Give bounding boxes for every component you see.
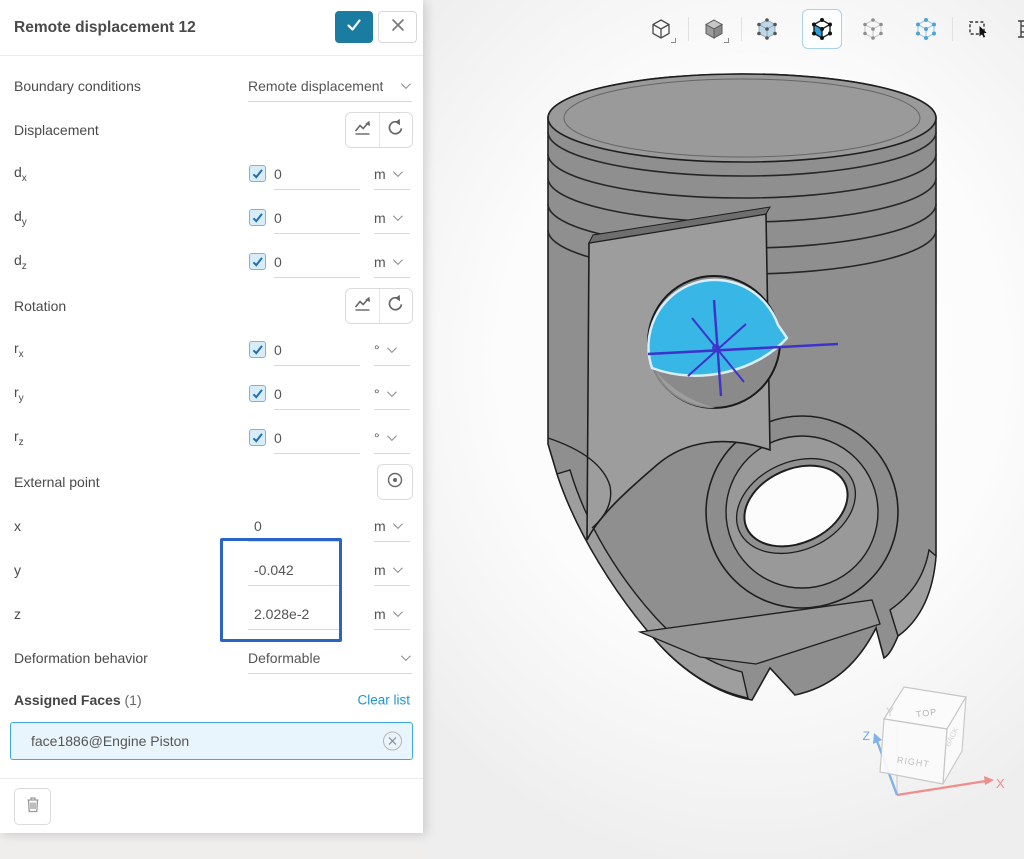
point-z-row: z 2.028e-2 m [0,592,423,636]
dy-input[interactable]: 0 [274,202,360,234]
chevron-down-icon [393,563,403,573]
delete-button[interactable] [14,788,51,825]
reset-icon [386,294,405,318]
rotation-label: Rotation [14,298,66,314]
dy-row: dy 0 m [0,196,423,240]
ry-checkbox[interactable] [249,385,266,402]
axis-y-label: Y [886,705,894,719]
displacement-section-row: Displacement [0,108,423,152]
deformation-behavior-select[interactable]: Deformable [248,642,412,674]
target-icon [386,471,404,494]
rx-input[interactable]: 0 [274,334,360,366]
chevron-down-icon [387,431,397,441]
chart-icon [353,294,372,318]
dy-checkbox[interactable] [249,209,266,226]
rotation-tools [345,288,413,324]
point-x-unit-select[interactable]: m [374,510,410,542]
displacement-tools [345,112,413,148]
dx-checkbox[interactable] [249,165,266,182]
remove-face-button[interactable] [383,732,402,751]
chevron-down-icon [393,255,403,265]
rx-row: rx 0 ° [0,328,423,372]
chevron-down-icon [387,343,397,353]
rz-input[interactable]: 0 [274,422,360,454]
chevron-down-icon [401,651,411,661]
check-icon [345,17,363,38]
trash-icon [24,795,42,819]
piston-scene[interactable]: TOP RIGHT BACK Y Z X [419,0,1024,859]
assigned-face-chip[interactable]: face1886@Engine Piston [10,722,413,760]
chevron-down-icon [393,519,403,529]
boundary-conditions-label: Boundary conditions [14,78,141,94]
assigned-faces-label: Assigned Faces [14,692,121,708]
dz-row: dz 0 m [0,240,423,284]
external-point-label: External point [14,474,100,490]
rz-unit-select[interactable]: ° [374,422,410,454]
view-cube-front-face[interactable] [880,719,947,784]
point-z-input[interactable]: 2.028e-2 [248,598,341,630]
point-y-unit-select[interactable]: m [374,554,410,586]
dy-unit-select[interactable]: m [374,202,410,234]
remote-displacement-panel: Remote displacement 12 Boundary conditio… [0,0,423,833]
view-cube[interactable]: TOP RIGHT BACK Y Z X [863,687,1005,795]
close-icon [391,18,405,37]
point-y-input[interactable]: -0.042 [248,554,341,586]
dx-unit-select[interactable]: m [374,158,410,190]
chevron-down-icon [393,607,403,617]
dz-input[interactable]: 0 [274,246,360,278]
chevron-down-icon [387,387,397,397]
table-input-button[interactable] [346,113,379,147]
table-input-button[interactable] [346,289,379,323]
cancel-button[interactable] [378,11,417,43]
clear-list-link[interactable]: Clear list [357,693,410,708]
deformation-behavior-row: Deformation behavior Deformable [0,636,423,680]
reset-button[interactable] [379,289,413,323]
ry-unit-select[interactable]: ° [374,378,410,410]
chart-icon [353,118,372,142]
viewport-3d[interactable]: TOP RIGHT BACK Y Z X [419,0,1024,859]
point-y-row: y -0.042 m [0,548,423,592]
dx-input[interactable]: 0 [274,158,360,190]
pick-point-button[interactable] [377,464,413,500]
rx-unit-select[interactable]: ° [374,334,410,366]
dz-unit-select[interactable]: m [374,246,410,278]
dx-row: dx 0 m [0,152,423,196]
rx-checkbox[interactable] [249,341,266,358]
apply-button[interactable] [335,11,373,43]
rz-checkbox[interactable] [249,429,266,446]
ry-input[interactable]: 0 [274,378,360,410]
chevron-down-icon [401,79,411,89]
displacement-label: Displacement [14,122,99,138]
assigned-faces-row: Assigned Faces (1) Clear list [0,680,423,720]
ry-row: ry 0 ° [0,372,423,416]
dz-checkbox[interactable] [249,253,266,270]
chevron-down-icon [393,211,403,221]
panel-header: Remote displacement 12 [0,0,423,56]
point-x-row: x 0 m [0,504,423,548]
reset-button[interactable] [379,113,413,147]
point-z-unit-select[interactable]: m [374,598,410,630]
piston-model[interactable] [548,74,936,700]
deformation-behavior-label: Deformation behavior [14,650,148,666]
axis-x-label: X [996,776,1005,791]
chevron-down-icon [393,167,403,177]
point-x-input[interactable]: 0 [248,510,341,542]
external-point-row: External point [0,460,423,504]
reset-icon [386,118,405,142]
boundary-conditions-row: Boundary conditions Remote displacement [0,64,423,108]
axis-z-label: Z [863,729,870,743]
boundary-conditions-select[interactable]: Remote displacement [248,70,412,102]
face-chip-label: face1886@Engine Piston [31,733,189,749]
page-title: Remote displacement 12 [14,19,196,37]
rz-row: rz 0 ° [0,416,423,460]
panel-footer [0,778,423,833]
rotation-section-row: Rotation [0,284,423,328]
